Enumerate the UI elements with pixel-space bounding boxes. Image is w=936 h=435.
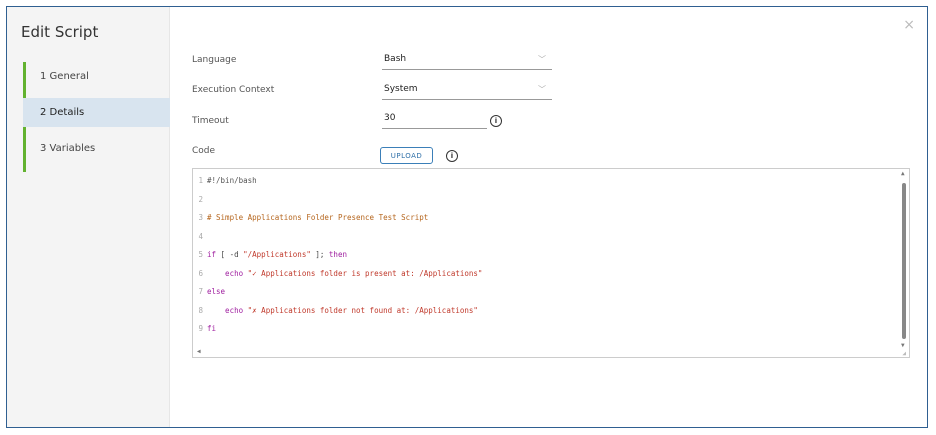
code-token: # Simple Applications Folder Presence Te… [207,213,429,222]
code-token: [ -d [216,250,244,259]
code-token: echo [207,305,248,315]
code-editor[interactable]: 1 #!/bin/bash 2 3 # Simple Applications Fold… [192,168,910,358]
code-token: "✓ Applications folder is present at: /A… [247,268,483,278]
step-variables[interactable]: 3 Variables [23,134,170,163]
language-value: Bash [384,54,407,64]
language-select[interactable]: Bash ﹀ [382,54,552,70]
code-token: fi [207,324,217,333]
code-token: echo [207,268,248,278]
close-icon[interactable]: × [903,17,915,33]
step-general[interactable]: 1 General [23,62,170,91]
code-token: ]; [310,250,329,259]
timeout-label: Timeout [192,116,229,126]
code-line: 1 #!/bin/bash [193,175,257,187]
code-line: 8 echo "✗ Applications folder not found … [193,305,478,317]
line-number: 2 [198,194,203,204]
code-token: then [328,250,347,259]
code-line: 7 else [193,286,225,298]
line-number: 9 [198,324,203,333]
timeout-input[interactable]: 30 [382,113,487,129]
code-line: 6 echo "✓ Applications folder is present… [193,268,482,280]
code-token: else [207,287,226,296]
code-line: 3 # Simple Applications Folder Presence T… [193,212,428,224]
code-token: "✗ Applications folder not found at: /Ap… [247,305,478,315]
dialog-title: Edit Script [21,23,99,41]
line-number: 5 [198,250,203,259]
scroll-up-icon[interactable]: ▲ [901,170,905,177]
code-token: if [207,250,217,259]
info-icon[interactable]: i [490,115,502,127]
language-label: Language [192,55,237,65]
resize-handle-icon[interactable]: ◢ [902,350,906,357]
wizard-steps: 1 General 2 Details 3 Variables [23,62,170,172]
scrollbar-thumb[interactable] [902,183,906,339]
code-token: #!/bin/bash [207,176,257,185]
line-number: 7 [198,287,203,296]
code-line: 2 [193,194,207,206]
execution-context-value: System [384,84,418,94]
edit-script-dialog: Edit Script 1 General 2 Details 3 Variab… [6,6,928,428]
step-details[interactable]: 2 Details [23,98,170,127]
line-number: 6 [198,268,203,278]
chevron-down-icon: ﹀ [538,85,546,94]
line-number: 3 [198,213,203,222]
line-number: 1 [198,176,203,185]
code-token: "/Applications" [243,250,311,259]
code-line: 5 if [ -d "/Applications" ]; then [193,249,347,261]
code-label: Code [192,146,216,156]
code-line: 9 fi [193,323,216,335]
execution-context-label: Execution Context [192,85,275,95]
scroll-left-icon[interactable]: ◀ [197,348,201,355]
scroll-down-icon[interactable]: ▼ [901,342,905,349]
chevron-down-icon: ﹀ [538,55,546,64]
line-number: 4 [198,231,203,241]
execution-context-select[interactable]: System ﹀ [382,84,552,100]
code-line: 4 [193,231,207,243]
line-number: 8 [198,305,203,315]
info-icon[interactable]: i [446,150,458,162]
vertical-scrollbar[interactable]: ▲ ▼ [900,169,908,357]
upload-button[interactable]: UPLOAD [380,147,433,164]
wizard-sidebar: Edit Script 1 General 2 Details 3 Variab… [7,7,170,427]
